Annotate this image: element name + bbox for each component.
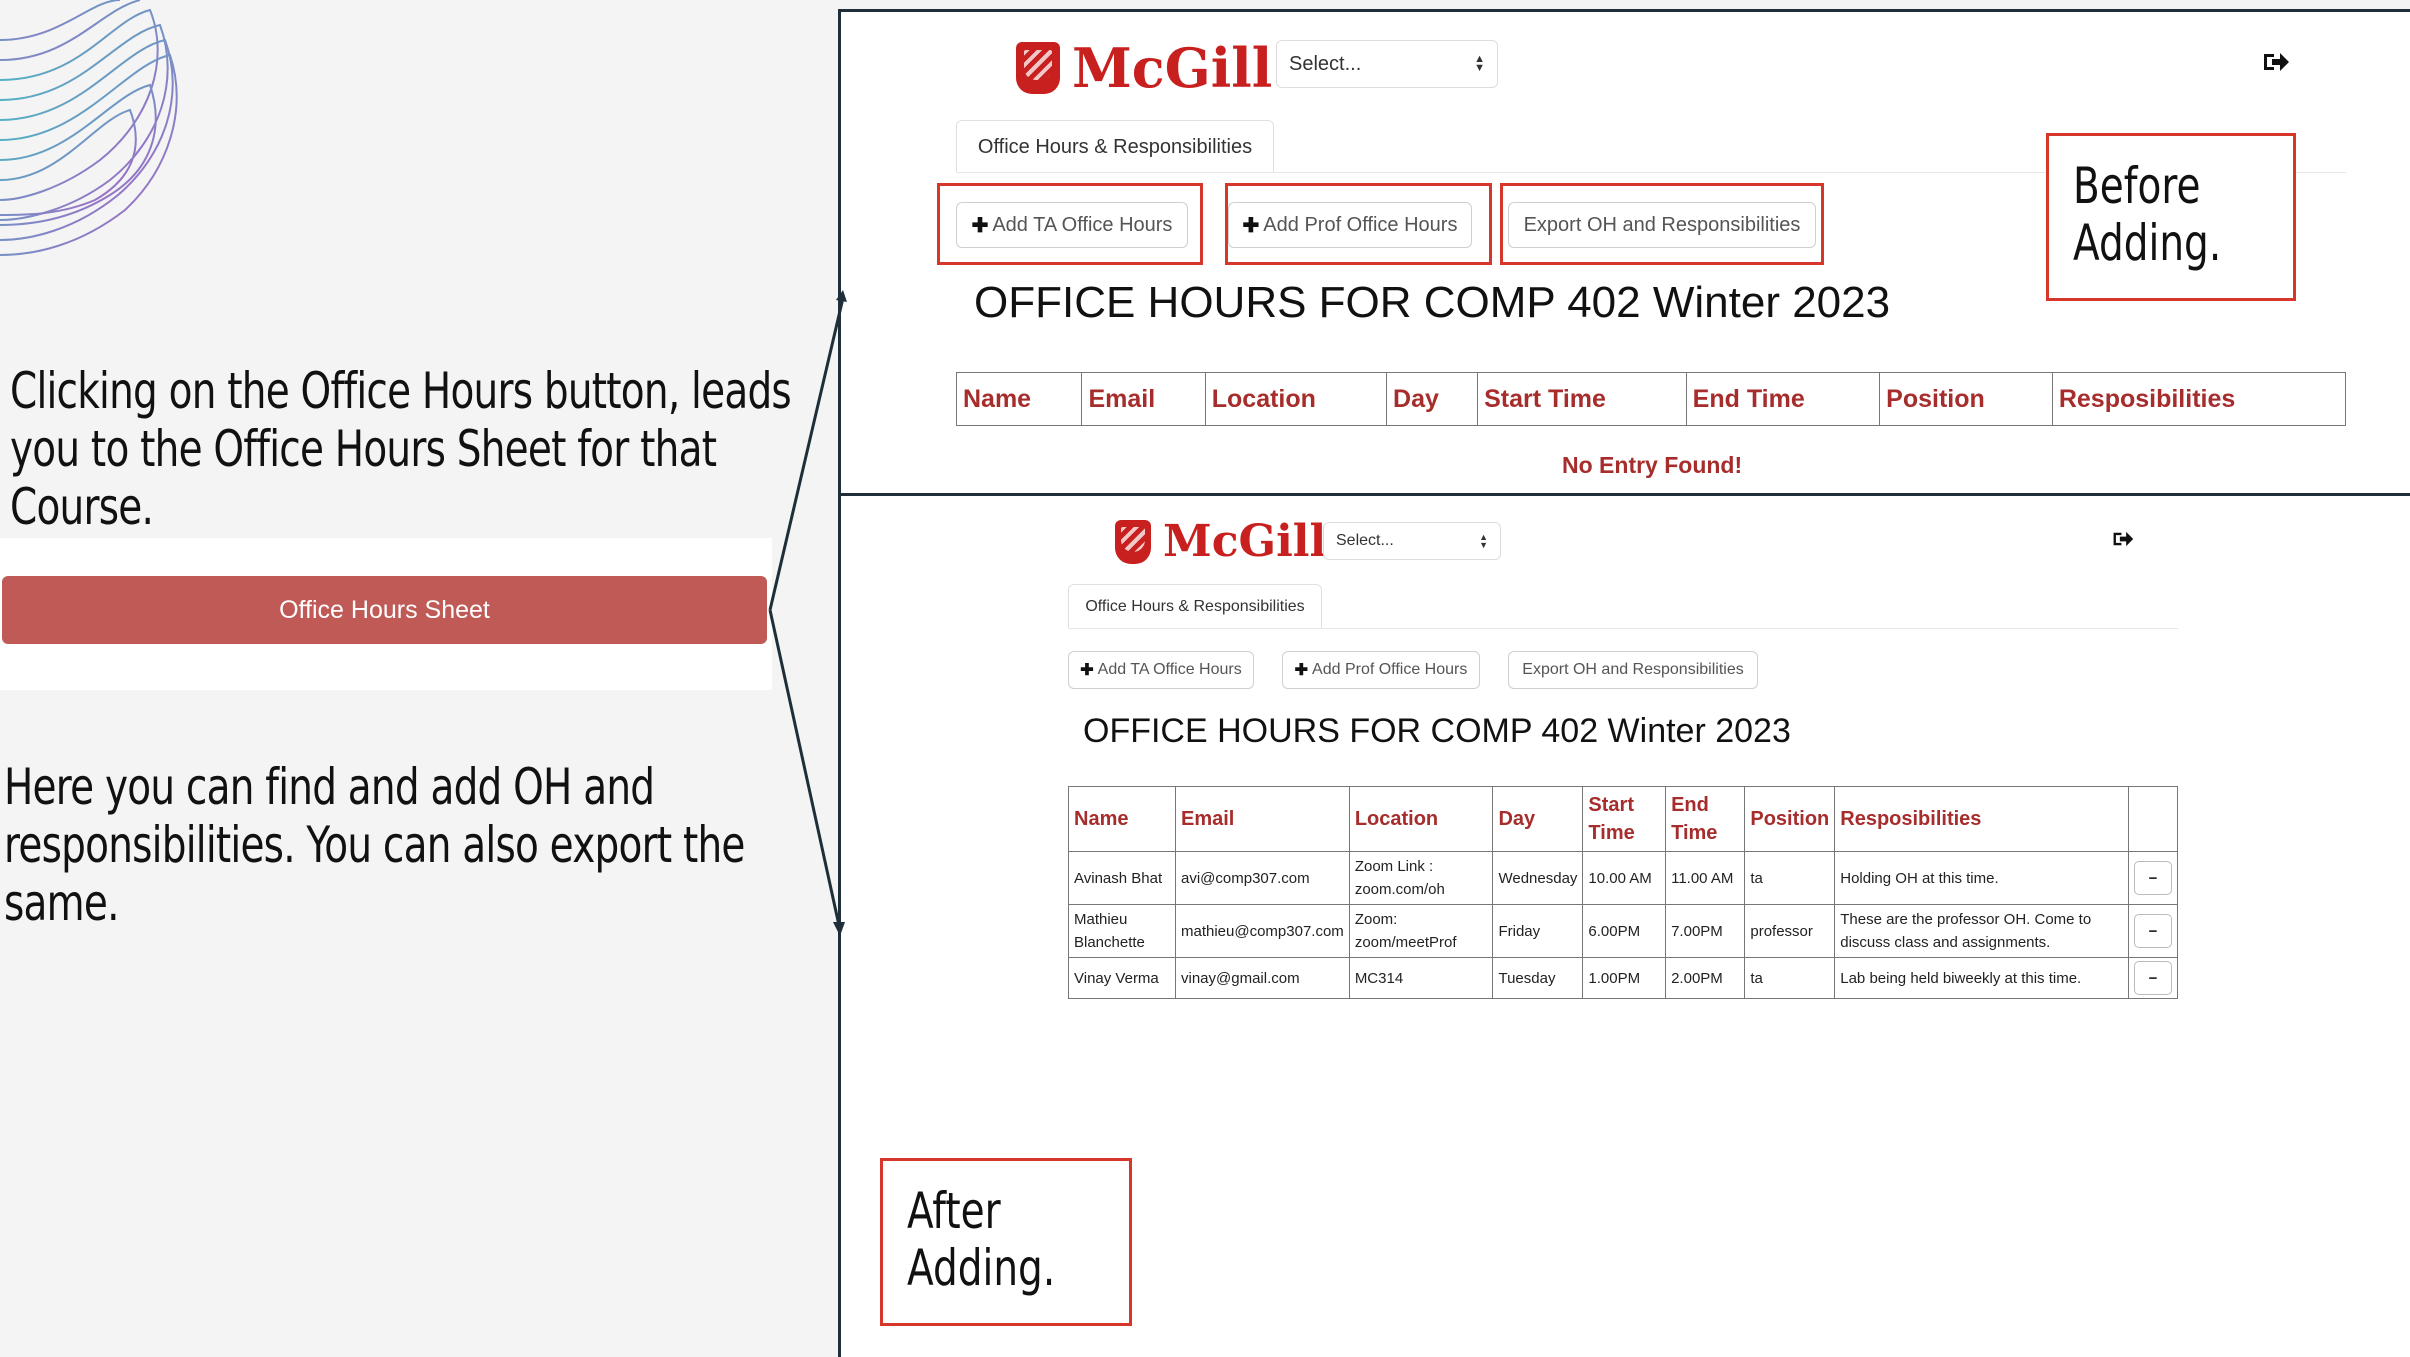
connector-lines <box>768 290 847 936</box>
